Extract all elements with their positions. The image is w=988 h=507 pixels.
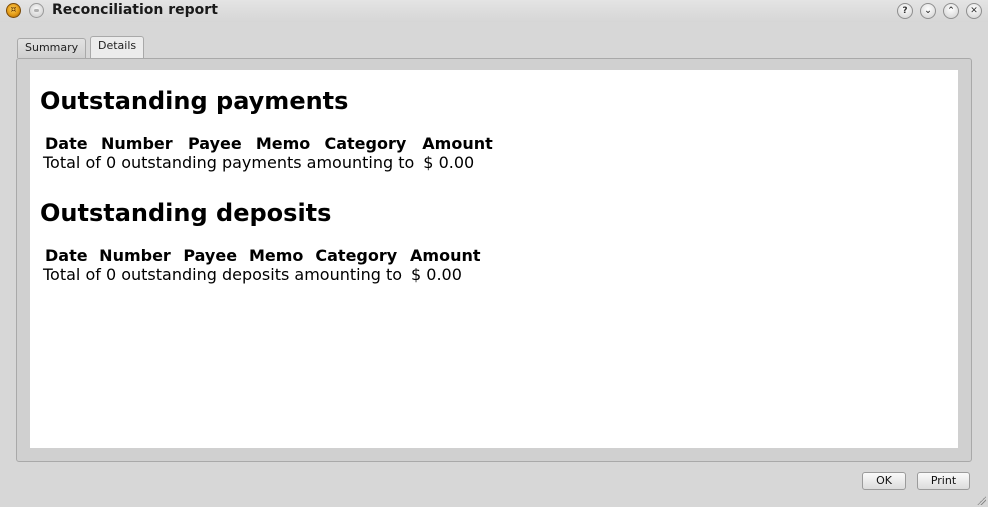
column-header: Date [45, 134, 88, 153]
tab-panel: Outstanding payments Date Number Payee M… [16, 58, 972, 462]
help-icon[interactable]: ? [897, 3, 913, 19]
app-coin-icon[interactable]: ¤ [6, 3, 21, 18]
tab-summary[interactable]: Summary [17, 38, 87, 58]
report-content: Outstanding payments Date Number Payee M… [30, 70, 958, 448]
reconciliation-report-window: ¤ Reconciliation report ? ⌄ ⌃ ✕ Summary … [0, 0, 988, 507]
column-header: Amount [422, 134, 493, 153]
column-header: Number [99, 246, 171, 265]
table-header-row: Date Number Payee Memo Category Amount [40, 134, 498, 153]
table-total-row: Total of 0 outstanding deposits amountin… [40, 265, 486, 284]
payments-table: Date Number Payee Memo Category Amount T… [40, 134, 498, 172]
table-header-row: Date Number Payee Memo Category Amount [40, 246, 486, 265]
column-header: Number [101, 134, 173, 153]
column-header: Memo [255, 134, 311, 153]
window-title: Reconciliation report [52, 2, 218, 18]
column-header: Category [324, 134, 407, 153]
total-text: Total of 0 outstanding payments amountin… [43, 153, 415, 172]
maximize-icon[interactable]: ⌃ [943, 3, 959, 19]
close-icon[interactable]: ✕ [966, 3, 982, 19]
ok-button[interactable]: OK [862, 472, 906, 490]
column-header: Category [315, 246, 398, 265]
table-total-row: Total of 0 outstanding payments amountin… [40, 153, 498, 172]
tab-details[interactable]: Details [90, 36, 145, 59]
minimize-icon[interactable]: ⌄ [920, 3, 936, 19]
section-heading-deposits: Outstanding deposits [40, 199, 332, 227]
total-text: Total of 0 outstanding deposits amountin… [43, 265, 403, 284]
column-header: Payee [183, 246, 238, 265]
section-heading-payments: Outstanding payments [40, 87, 349, 115]
title-bar[interactable]: ¤ Reconciliation report ? ⌄ ⌃ ✕ [0, 0, 988, 22]
print-button[interactable]: Print [917, 472, 970, 490]
column-header: Payee [187, 134, 242, 153]
column-header: Date [45, 246, 88, 265]
resize-grip-icon[interactable] [976, 495, 986, 505]
total-amount: $ 0.00 [411, 265, 462, 284]
column-header: Amount [410, 246, 481, 265]
total-amount: $ 0.00 [423, 153, 475, 172]
column-header: Memo [248, 246, 304, 265]
deposits-table: Date Number Payee Memo Category Amount T… [40, 246, 486, 284]
window-menu-icon[interactable] [29, 3, 44, 18]
